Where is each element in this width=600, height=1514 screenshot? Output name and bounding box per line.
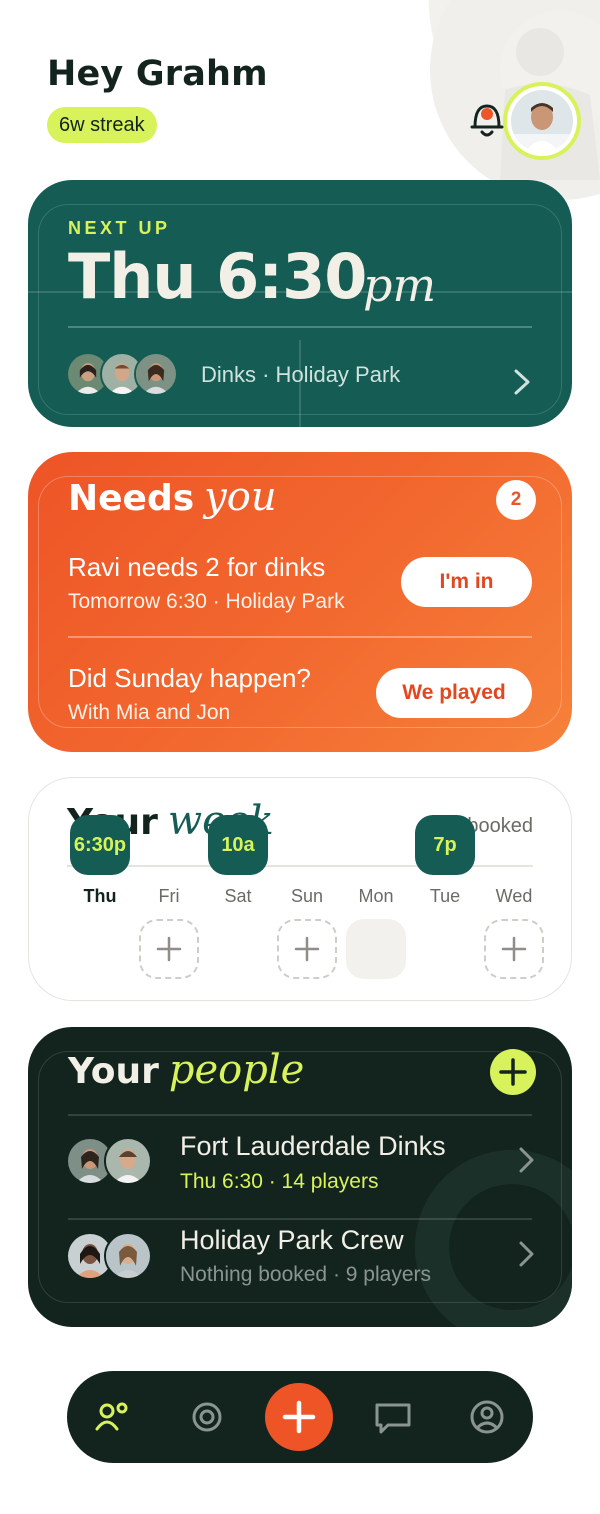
- im-in-button[interactable]: I'm in: [401, 557, 532, 607]
- chevron-right-icon[interactable]: [510, 366, 534, 398]
- day-label-sun: Sun: [290, 886, 324, 906]
- group-avatars: [66, 1232, 156, 1280]
- your-week-card: Yourweek 3 booked Thu Fri Sat Sun Mon Tu…: [28, 777, 572, 1001]
- plus-icon: [499, 1058, 527, 1086]
- add-group-button[interactable]: [490, 1049, 536, 1095]
- day-label-fri: Fri: [158, 886, 180, 906]
- chevron-right-icon[interactable]: [516, 1239, 538, 1269]
- group-avatars: [66, 1137, 156, 1185]
- request-subtitle: With Mia and Jon: [68, 701, 231, 724]
- next-up-label: NEXT UP: [68, 218, 171, 238]
- day-label-thu: Thu: [83, 886, 117, 906]
- booked-slot-sat[interactable]: 10a: [208, 815, 268, 875]
- create-game-button[interactable]: [265, 1383, 333, 1451]
- request-subtitle: Tomorrow 6:30 · Holiday Park: [68, 590, 345, 613]
- request-title: Did Sunday happen?: [68, 663, 311, 693]
- add-slot-wed[interactable]: [484, 919, 544, 979]
- needs-you-title: Needs you: [68, 474, 277, 520]
- group-name[interactable]: Fort Lauderdale Dinks: [180, 1131, 446, 1162]
- group-name[interactable]: Holiday Park Crew: [180, 1225, 404, 1256]
- notification-bell-icon[interactable]: [466, 100, 508, 142]
- we-played-button[interactable]: We played: [376, 668, 532, 718]
- chevron-right-icon[interactable]: [516, 1145, 538, 1175]
- group-meta: Nothing booked · 9 players: [180, 1263, 431, 1286]
- target-icon[interactable]: [187, 1397, 227, 1437]
- bottom-nav: [67, 1371, 533, 1463]
- chat-icon[interactable]: [373, 1397, 413, 1437]
- next-up-location: Dinks · Holiday Park: [201, 362, 401, 387]
- plus-icon: [294, 936, 320, 962]
- add-slot-fri[interactable]: [139, 919, 199, 979]
- user-avatar[interactable]: [503, 82, 581, 160]
- profile-icon[interactable]: [467, 1397, 507, 1437]
- divider: [68, 1218, 532, 1220]
- your-people-card: Your people Fort Lauderdale Dinks Thu 6:3…: [28, 1027, 572, 1327]
- divider: [68, 1114, 532, 1116]
- your-people-title: Your people: [68, 1047, 305, 1093]
- next-up-ampm: pm: [363, 258, 437, 312]
- attendee-avatars: [66, 352, 178, 396]
- empty-slot-mon: [346, 919, 406, 979]
- day-label-wed: Wed: [495, 886, 533, 906]
- plus-icon: [501, 936, 527, 962]
- day-label-mon: Mon: [358, 886, 394, 906]
- streak-badge: 6w streak: [47, 107, 157, 143]
- greeting-title: Hey Grahm: [47, 54, 268, 94]
- day-label-tue: Tue: [429, 886, 461, 906]
- add-slot-sun[interactable]: [277, 919, 337, 979]
- next-up-card[interactable]: NEXT UP Thu 6:30 pm Dinks · Holiday Park: [28, 180, 572, 427]
- day-label-sat: Sat: [224, 886, 252, 906]
- divider: [68, 636, 532, 638]
- next-up-time: Thu 6:30: [68, 240, 367, 313]
- booked-slot-thu[interactable]: 6:30p: [70, 815, 130, 875]
- request-title: Ravi needs 2 for dinks: [68, 552, 326, 582]
- needs-you-card: Needs you 2 Ravi needs 2 for dinks Tomorr…: [28, 452, 572, 752]
- member-avatar: [104, 1232, 152, 1280]
- group-meta: Thu 6:30 · 14 players: [180, 1170, 379, 1193]
- plus-icon: [156, 936, 182, 962]
- member-avatar: [104, 1137, 152, 1185]
- people-icon[interactable]: [93, 1397, 133, 1437]
- needs-count-badge: 2: [496, 480, 536, 520]
- attendee-avatar: [134, 352, 178, 396]
- divider: [68, 326, 532, 328]
- add-icon: [282, 1400, 316, 1434]
- avatar-photo: [511, 90, 573, 152]
- booked-slot-tue[interactable]: 7p: [415, 815, 475, 875]
